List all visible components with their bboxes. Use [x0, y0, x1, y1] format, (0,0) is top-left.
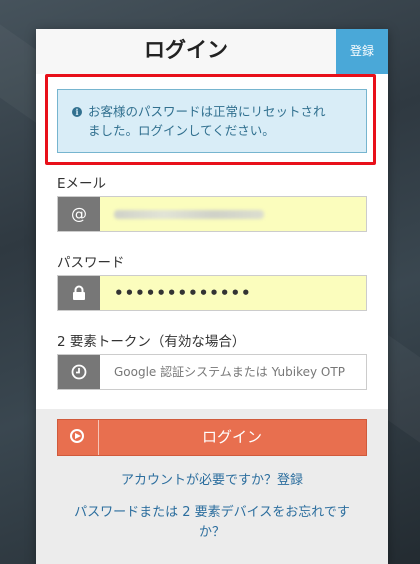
forgot-password-link-line-2[interactable]: か？ — [36, 521, 388, 540]
at-sign-icon: @ — [58, 197, 100, 231]
password-value: ••••••••••••• — [114, 284, 252, 302]
token-field[interactable]: Google 認証システムまたは Yubikey OTP — [57, 354, 367, 390]
email-label: Eメール — [57, 176, 107, 192]
password-field[interactable]: ••••••••••••• — [57, 275, 367, 311]
email-field[interactable]: @ — [57, 196, 367, 232]
card-header: ログイン 登録 — [36, 29, 388, 74]
token-input[interactable]: Google 認証システムまたは Yubikey OTP — [100, 355, 366, 389]
password-input[interactable]: ••••••••••••• — [100, 276, 366, 310]
clock-icon — [58, 355, 100, 389]
alert-line-2: ました。ログインしてください。 — [72, 121, 356, 140]
password-label: パスワード — [57, 255, 125, 271]
page-title: ログイン — [144, 38, 228, 62]
card-footer: ログイン アカウントが必要ですか？登録 パスワードまたは 2 要素デバイスをお忘… — [36, 409, 388, 564]
alert-text-1: お客様のパスワードは正常にリセットされ — [88, 104, 326, 119]
register-button[interactable]: 登録 — [336, 29, 388, 74]
password-reset-alert: i お客様のパスワードは正常にリセットされ ました。ログインしてください。 — [57, 89, 367, 153]
blurred-email-value — [114, 210, 264, 219]
forgot-password-link-line-1[interactable]: パスワードまたは 2 要素デバイスをお忘れです — [36, 501, 388, 520]
token-placeholder: Google 認証システムまたは Yubikey OTP — [114, 365, 345, 379]
alert-line-1: i お客様のパスワードは正常にリセットされ — [72, 102, 356, 121]
login-button-label: ログイン — [201, 428, 262, 446]
login-icon-box — [58, 420, 99, 455]
lock-icon — [58, 276, 100, 310]
login-card: ログイン 登録 i お客様のパスワードは正常にリセットされ ました。ログインしてく… — [36, 29, 388, 564]
need-account-link[interactable]: アカウントが必要ですか？登録 — [36, 469, 388, 488]
token-label: 2 要素トークン（有効な場合） — [57, 334, 246, 350]
info-icon: i — [72, 107, 82, 117]
login-button[interactable]: ログイン — [57, 419, 367, 456]
alert-text-2: ました。ログインしてください。 — [88, 123, 275, 138]
play-circle-icon — [70, 429, 84, 443]
email-input[interactable] — [100, 197, 366, 231]
